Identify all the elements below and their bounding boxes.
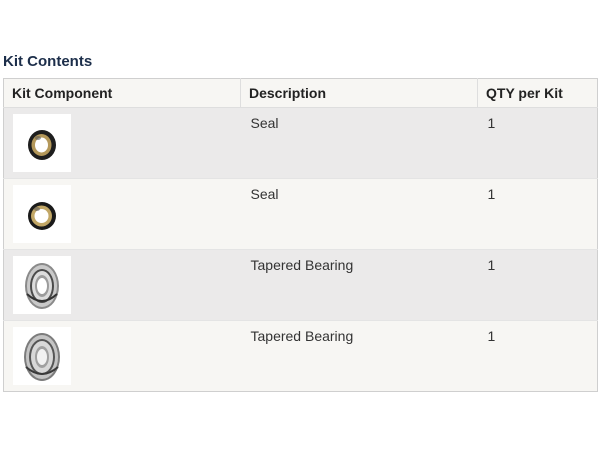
seal-icon[interactable] xyxy=(13,114,71,172)
column-header-qty-per-kit: QTY per Kit xyxy=(477,78,598,108)
column-header-description: Description xyxy=(240,78,478,108)
kit-component-cell xyxy=(3,178,241,250)
table-row: Tapered Bearing 1 xyxy=(3,249,598,321)
description-cell: Seal xyxy=(240,178,478,250)
section-title: Kit Contents xyxy=(3,53,93,70)
kit-component-cell xyxy=(3,320,241,392)
qty-cell: 1 xyxy=(477,178,598,250)
table-header-row: Kit Component Description QTY per Kit xyxy=(3,78,598,108)
kit-component-cell xyxy=(3,249,241,321)
qty-cell: 1 xyxy=(477,320,598,392)
table-row: Seal 1 xyxy=(3,107,598,179)
description-cell: Seal xyxy=(240,107,478,179)
column-header-kit-component: Kit Component xyxy=(3,78,241,108)
qty-cell: 1 xyxy=(477,107,598,179)
kit-component-cell xyxy=(3,107,241,179)
seal-icon[interactable] xyxy=(13,185,71,243)
table-row: Tapered Bearing 1 xyxy=(3,320,598,392)
description-cell: Tapered Bearing xyxy=(240,320,478,392)
description-cell: Tapered Bearing xyxy=(240,249,478,321)
kit-contents-table: Kit Component Description QTY per Kit Se… xyxy=(3,78,598,392)
table-row: Seal 1 xyxy=(3,178,598,250)
tapered-bearing-icon[interactable] xyxy=(13,327,71,385)
tapered-bearing-icon[interactable] xyxy=(13,256,71,314)
qty-cell: 1 xyxy=(477,249,598,321)
